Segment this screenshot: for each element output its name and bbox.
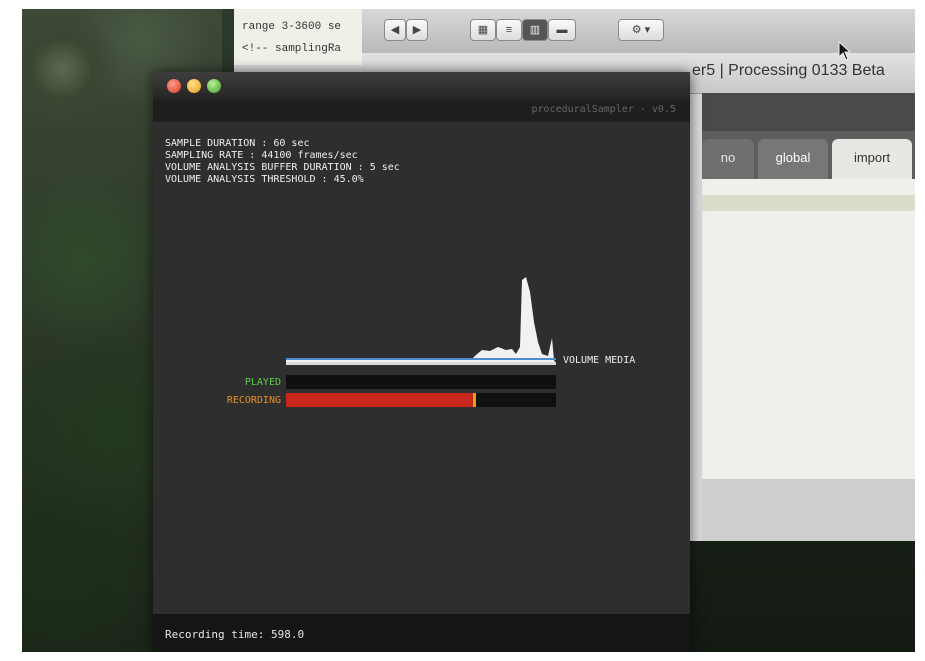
info-line-sample-duration: SAMPLE DURATION : 60 sec (165, 138, 310, 149)
monitor-photo: range 3-3600 se <!-- samplingRa ◀ ▶ ▦ ≡ … (22, 9, 915, 652)
volume-waveform (286, 277, 556, 365)
code-snippet: range 3-3600 se <!-- samplingRa (234, 9, 362, 65)
tab-global[interactable]: global (758, 139, 828, 179)
recording-bar-fill (286, 393, 475, 407)
played-bar (286, 375, 556, 389)
mouse-cursor-icon (838, 41, 852, 61)
recording-bar (286, 393, 556, 407)
sketch-titlebar[interactable] (153, 72, 690, 100)
editor-toolbar (702, 93, 915, 131)
sketch-canvas: SAMPLE DURATION : 60 sec SAMPLING RATE :… (153, 122, 690, 614)
waveform-shape (286, 277, 556, 364)
highlighted-line (702, 195, 915, 211)
info-line-threshold: VOLUME ANALYSIS THRESHOLD : 45.0% (165, 174, 364, 185)
editor-tabs: no global import (702, 131, 915, 179)
recording-label: RECORDING (226, 395, 281, 406)
sketch-footer: Recording time: 598.0 (153, 614, 690, 652)
sketch-title: proceduralSampler - v0.5 (531, 104, 677, 115)
close-button[interactable] (167, 79, 181, 93)
recording-time: Recording time: 598.0 (165, 628, 305, 641)
forward-button[interactable]: ▶ (406, 19, 428, 41)
finder-toolbar: ◀ ▶ ▦ ≡ ▥ ▬ ⚙ ▾ (362, 9, 915, 53)
waveform-baseline (286, 362, 556, 365)
volume-median-label: VOLUME MEDIA (563, 355, 636, 366)
editor-status-bar (702, 479, 915, 541)
zoom-button[interactable] (207, 79, 221, 93)
tab-partial[interactable]: no (702, 139, 754, 179)
column-view-button[interactable]: ▥ (522, 19, 548, 41)
coverflow-view-button[interactable]: ▬ (548, 19, 576, 41)
info-line-sampling-rate: SAMPLING RATE : 44100 frames/sec (165, 150, 358, 161)
sketch-window: proceduralSampler - v0.5 SAMPLE DURATION… (153, 72, 690, 652)
played-label: PLAYED (244, 377, 281, 388)
info-line-buffer-duration: VOLUME ANALYSIS BUFFER DURATION : 5 sec (165, 162, 400, 173)
minimize-button[interactable] (187, 79, 201, 93)
icon-view-button[interactable]: ▦ (470, 19, 496, 41)
sketch-subtitle-bar: proceduralSampler - v0.5 (153, 100, 690, 122)
list-view-button[interactable]: ≡ (496, 19, 522, 41)
code-editor[interactable] (702, 179, 915, 479)
code-line: range 3-3600 se (242, 21, 342, 33)
action-gear-button[interactable]: ⚙ ▾ (618, 19, 664, 41)
editor-window-title: er5 | Processing 0133 Beta (692, 62, 885, 79)
recording-playhead (473, 393, 476, 407)
code-line: <!-- samplingRa (242, 43, 342, 55)
back-button[interactable]: ◀ (384, 19, 406, 41)
tab-import[interactable]: import (832, 139, 912, 179)
